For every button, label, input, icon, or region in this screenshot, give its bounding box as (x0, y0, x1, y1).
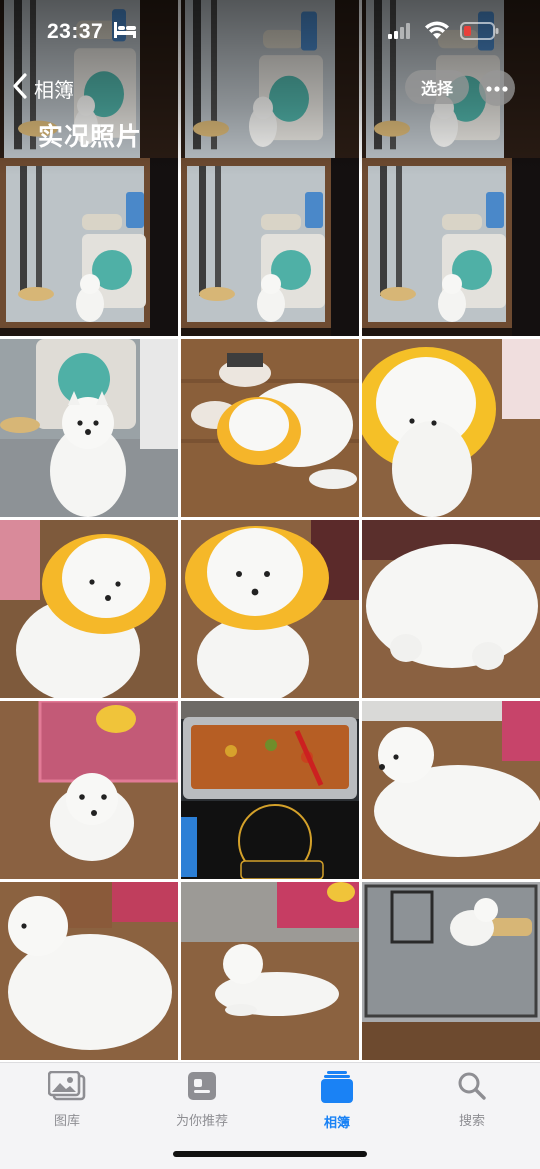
tab-library-label: 图库 (53, 1113, 80, 1128)
photo-thumbnail[interactable] (0, 520, 178, 698)
photo-thumbnail[interactable] (362, 701, 540, 879)
sleep-focus-icon (113, 20, 137, 45)
photo-thumbnail[interactable] (181, 882, 359, 1060)
status-time: 23:37 (47, 20, 104, 43)
back-button[interactable]: 相簿 (12, 72, 74, 104)
tab-for-you-label: 为你推荐 (175, 1113, 228, 1128)
back-label: 相簿 (34, 79, 74, 102)
search-icon (417, 1071, 527, 1106)
tab-library[interactable]: 图库 (12, 1070, 122, 1129)
photo-thumbnail[interactable] (362, 882, 540, 1060)
albums-icon (282, 1071, 392, 1108)
photo-thumbnail[interactable] (362, 158, 540, 336)
select-button-label: 选择 (420, 81, 453, 98)
tab-search[interactable]: 搜索 (417, 1071, 527, 1129)
tab-albums-label: 相簿 (323, 1115, 350, 1130)
select-button[interactable]: 选择 (405, 70, 469, 104)
photo-thumbnail[interactable] (181, 339, 359, 517)
photo-thumbnail[interactable] (0, 701, 178, 879)
photo-thumbnail[interactable] (362, 520, 540, 698)
photo-thumbnail[interactable] (0, 882, 178, 1060)
ellipsis-icon (486, 79, 508, 97)
for-you-icon (147, 1071, 257, 1106)
photo-thumbnail[interactable] (0, 339, 178, 517)
photo-thumbnail[interactable] (181, 158, 359, 336)
tab-for-you[interactable]: 为你推荐 (147, 1071, 257, 1129)
photo-library-icon (12, 1070, 122, 1106)
home-indicator[interactable] (173, 1151, 367, 1157)
photo-thumbnail[interactable] (181, 701, 359, 879)
more-button[interactable] (479, 70, 515, 106)
tab-albums[interactable]: 相簿 (282, 1071, 392, 1130)
cellular-signal-icon (388, 23, 412, 44)
photo-thumbnail[interactable] (181, 520, 359, 698)
wifi-icon (424, 20, 450, 45)
photo-grid (0, 0, 540, 1062)
page-title: 实况照片 (38, 123, 143, 151)
tab-search-label: 搜索 (458, 1113, 485, 1128)
battery-icon (460, 22, 500, 45)
chevron-left-icon (12, 72, 28, 104)
photo-thumbnail[interactable] (362, 339, 540, 517)
status-bar: 23:37 (0, 0, 540, 60)
photo-thumbnail[interactable] (0, 158, 178, 336)
